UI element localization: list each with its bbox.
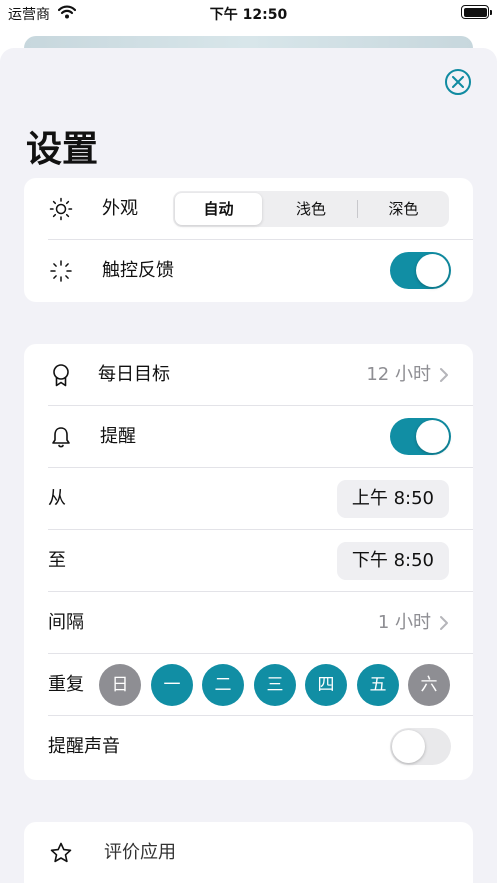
reminder-toggle[interactable]: [390, 418, 451, 455]
chevron-right-icon: [440, 368, 448, 382]
day-thu-button[interactable]: 四: [305, 664, 347, 706]
rate-app-label: 评价应用: [104, 842, 176, 863]
day-tue-button[interactable]: 二: [202, 664, 244, 706]
segment-light[interactable]: 浅色: [265, 191, 357, 227]
from-time-picker[interactable]: 上午 8:50: [336, 480, 449, 518]
haptics-label: 触控反馈: [102, 260, 174, 281]
award-icon: [49, 363, 73, 387]
reminder-sound-toggle[interactable]: [390, 728, 451, 765]
segment-auto[interactable]: 自动: [175, 193, 262, 225]
day-wed-button[interactable]: 三: [254, 664, 296, 706]
repeat-row: 重复 日 一 二 三 四 五 六: [24, 654, 473, 716]
appearance-card: 外观 自动 浅色 深色 触控反馈: [24, 178, 473, 302]
toggle-knob: [416, 254, 449, 287]
day-sun-button[interactable]: 日: [99, 664, 141, 706]
bell-icon: [49, 425, 73, 449]
rate-app-row[interactable]: 评价应用: [24, 822, 473, 883]
toggle-knob: [416, 420, 449, 453]
reminder-row: 提醒: [24, 406, 473, 468]
star-icon: [49, 841, 73, 865]
haptic-icon: [49, 259, 73, 283]
to-time-picker[interactable]: 下午 8:50: [336, 542, 449, 580]
close-button[interactable]: [445, 69, 471, 95]
page-title: 设置: [26, 129, 99, 170]
appearance-segmented-control: 自动 浅色 深色: [173, 191, 449, 227]
appearance-row: 外观 自动 浅色 深色: [24, 178, 473, 240]
reminder-label: 提醒: [100, 426, 136, 447]
toggle-knob: [392, 730, 425, 763]
battery-icon: [461, 5, 492, 19]
interval-label: 间隔: [48, 612, 84, 633]
haptics-row: 触控反馈: [24, 240, 473, 302]
day-sat-button[interactable]: 六: [408, 664, 450, 706]
status-time: 下午 12:50: [209, 7, 288, 23]
appearance-label: 外观: [102, 198, 138, 219]
segment-dark[interactable]: 深色: [358, 191, 449, 227]
daily-goal-label: 每日目标: [98, 364, 170, 385]
interval-value: 1 小时: [377, 612, 431, 633]
reminder-card: 每日目标 12 小时 提醒 从 上午 8:50 至 下午 8:50 间隔 1 小…: [24, 344, 473, 780]
day-mon-button[interactable]: 一: [151, 664, 193, 706]
haptics-toggle[interactable]: [390, 252, 451, 289]
settings-sheet: 设置 外观 自动 浅色 深色 触控反馈 每日目标 12 小时 提醒 从 上午 8…: [0, 48, 497, 883]
reminder-sound-label: 提醒声音: [48, 736, 120, 757]
status-bar: 运营商 下午 12:50: [0, 0, 497, 26]
interval-row[interactable]: 间隔 1 小时: [24, 592, 473, 654]
close-icon: [452, 76, 464, 88]
repeat-label: 重复: [48, 674, 84, 695]
from-label: 从: [48, 488, 66, 509]
to-label: 至: [48, 550, 66, 571]
day-fri-button[interactable]: 五: [357, 664, 399, 706]
daily-goal-row[interactable]: 每日目标 12 小时: [24, 344, 473, 406]
sun-icon: [49, 197, 73, 221]
chevron-right-icon: [440, 616, 448, 630]
from-row: 从 上午 8:50: [24, 468, 473, 530]
daily-goal-value: 12 小时: [366, 364, 431, 385]
to-row: 至 下午 8:50: [24, 530, 473, 592]
rate-card: 评价应用: [24, 822, 473, 883]
reminder-sound-row: 提醒声音: [24, 716, 473, 778]
